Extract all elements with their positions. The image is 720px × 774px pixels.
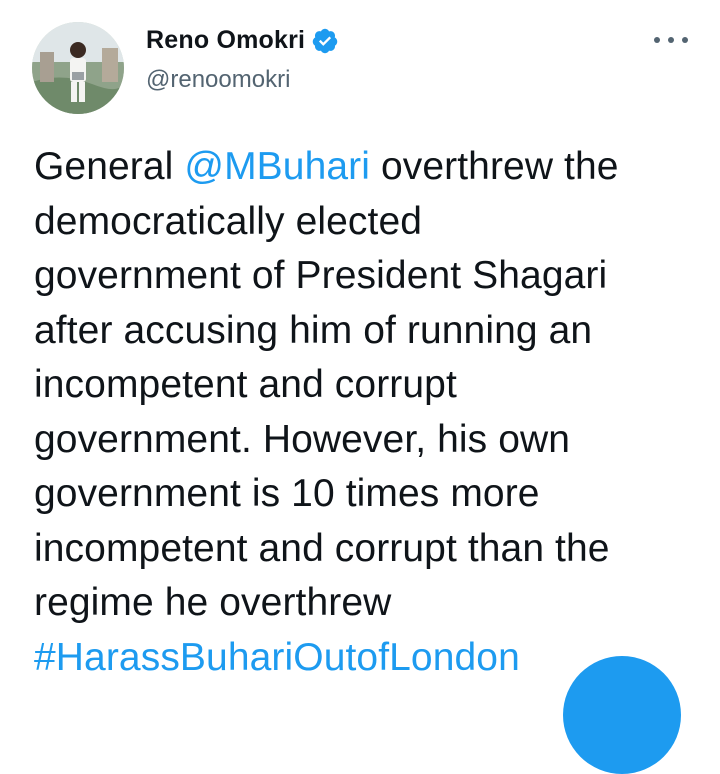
- tweet-line: General @MBuhari overthrew the: [34, 140, 706, 195]
- tweet-text: General @MBuhari overthrew the democrati…: [34, 140, 706, 685]
- profile-photo-icon: [32, 22, 124, 114]
- tweet-line: government of President Shagari: [34, 254, 608, 297]
- tweet-text-segment: overthrew the: [370, 145, 619, 188]
- more-dot: [682, 37, 688, 43]
- tweet-line: incompetent and corrupt than the: [34, 526, 610, 570]
- author-handle[interactable]: @renoomokri: [146, 66, 290, 94]
- tweet-text-segment: General: [34, 145, 185, 188]
- tweet-line: regime he overthrew: [34, 581, 392, 624]
- more-dot: [668, 37, 674, 43]
- tweet-line: after accusing him of running an: [34, 308, 593, 352]
- compose-fab[interactable]: [563, 656, 681, 774]
- author-display-name[interactable]: Reno Omokri: [146, 26, 305, 55]
- tweet-card: Reno Omokri @renoomokri General @MBuhari…: [0, 0, 720, 774]
- author-name-row: Reno Omokri: [146, 26, 339, 55]
- more-dot: [654, 37, 660, 43]
- tweet-line: government. However, his own: [34, 417, 571, 461]
- tweet-line: democratically elected: [34, 199, 423, 243]
- tweet-line: incompetent and corrupt: [34, 363, 457, 406]
- more-options-icon[interactable]: [654, 30, 688, 50]
- verified-badge-icon: [311, 27, 339, 55]
- mention-link[interactable]: @MBuhari: [184, 145, 370, 188]
- avatar[interactable]: [32, 22, 124, 114]
- tweet-line: government is 10 times more: [34, 472, 540, 515]
